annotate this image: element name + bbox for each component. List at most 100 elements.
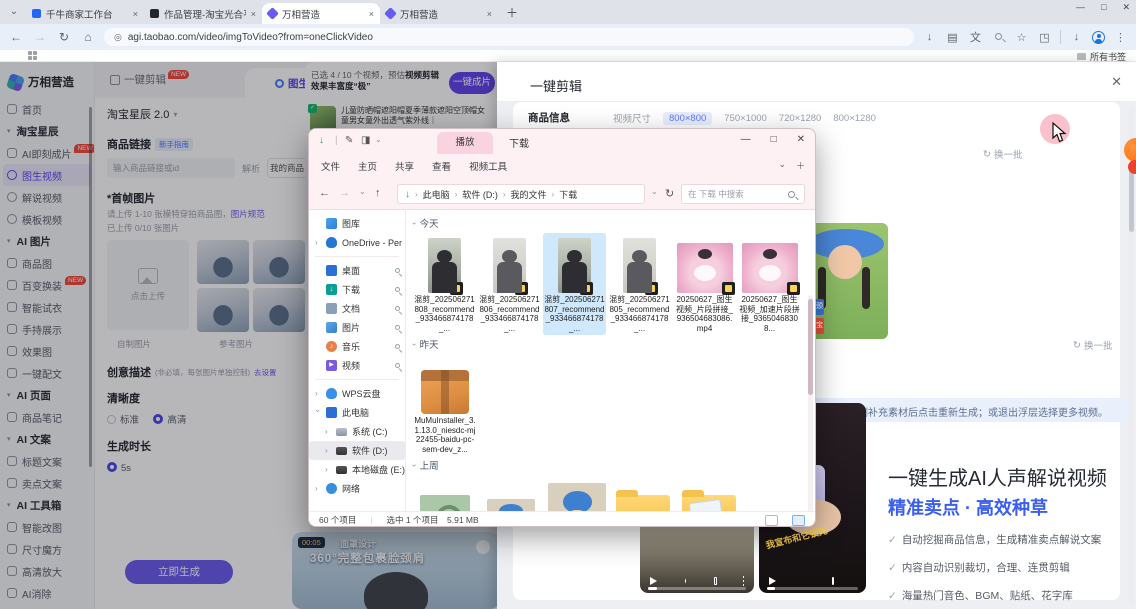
nav-gallery[interactable]: 图库 xyxy=(309,214,405,233)
minimize-button[interactable]: — xyxy=(1076,2,1085,13)
folder-settings-icon[interactable]: ◨ xyxy=(361,135,370,146)
size-option[interactable]: 720×1280 xyxy=(779,113,822,124)
details-view-icon[interactable] xyxy=(765,515,778,526)
address-dropdown-icon[interactable]: ⌄ xyxy=(651,187,658,196)
refresh-icon[interactable]: ↻ xyxy=(665,187,674,200)
nav-documents[interactable]: 文档 xyxy=(309,299,405,318)
tab-close-icon[interactable]: × xyxy=(251,9,256,19)
address-bar[interactable]: ◎ agi.taobao.com/video/imgToVideo?from=o… xyxy=(104,28,914,46)
file-item[interactable]: MuMuInstaller_3.1.13.0_niesdc-mj22455-ba… xyxy=(413,354,477,456)
file-item[interactable]: 20250627_图生视频_片段拼接_936504683086.mp4 xyxy=(673,233,736,335)
collapse-ribbon-icon[interactable]: ⌄ xyxy=(778,159,786,172)
browser-tab-4[interactable]: 万相营造 × xyxy=(380,3,498,24)
crumb-downloads[interactable]: 下载 xyxy=(559,188,577,201)
nav-music[interactable]: ♪音乐 xyxy=(309,337,405,356)
nav-pictures[interactable]: 图片 xyxy=(309,318,405,337)
refresh-batch-button-2[interactable]: ↻换一批 xyxy=(1073,338,1112,352)
tab-close-icon[interactable]: × xyxy=(369,9,374,19)
menu-video-tools[interactable]: 视频工具 xyxy=(469,159,507,173)
volume-icon[interactable] xyxy=(685,578,686,585)
close-icon[interactable]: ✕ xyxy=(1111,74,1122,90)
candidate-video-thumbnail[interactable]: 护颈 恩宝 xyxy=(804,223,888,339)
close-button[interactable]: ✕ xyxy=(1122,2,1130,13)
play-icon[interactable] xyxy=(769,577,776,585)
group-yesterday[interactable]: ›昨天 xyxy=(413,337,801,351)
menu-view[interactable]: 查看 xyxy=(432,159,451,173)
refresh-batch-button-1[interactable]: ↻换一批 xyxy=(983,147,1022,161)
file-item[interactable] xyxy=(413,475,477,511)
home-icon[interactable]: ⌂ xyxy=(80,30,96,44)
nav-disk-c[interactable]: ›系统 (C:) xyxy=(309,422,405,441)
clipboard-icon[interactable]: ▤ xyxy=(945,31,960,44)
file-item[interactable] xyxy=(677,475,741,511)
crumb-this-pc[interactable]: 此电脑 xyxy=(423,188,450,201)
zoom-out-icon[interactable] xyxy=(991,31,1006,43)
nav-this-pc[interactable]: ›此电脑 xyxy=(309,403,405,422)
file-item[interactable]: 混剪_202506271808_recommend_933466874178 _… xyxy=(413,233,476,335)
nav-disk-d-selected[interactable]: ›软件 (D:) xyxy=(309,441,405,460)
file-item[interactable]: 混剪_202506271805_recommend_933466874178 _… xyxy=(608,233,671,335)
maximize-button[interactable]: □ xyxy=(771,134,777,145)
more-menu-icon[interactable]: ⋮ xyxy=(1113,31,1128,44)
profile-avatar[interactable] xyxy=(1092,31,1105,44)
menu-share[interactable]: 共享 xyxy=(395,159,414,173)
browser-tab-3-active[interactable]: 万相营造 × xyxy=(262,3,380,24)
nav-desktop[interactable]: 桌面 xyxy=(309,261,405,280)
forward-icon[interactable]: → xyxy=(32,30,48,44)
apps-grid-icon[interactable] xyxy=(28,51,37,60)
file-item-selected[interactable]: 混剪_202506271807_recommend_933466874178 _… xyxy=(543,233,606,335)
site-info-icon[interactable]: ◎ xyxy=(114,32,122,43)
reload-icon[interactable]: ↻ xyxy=(56,30,72,44)
size-option-selected[interactable]: 800×800 xyxy=(663,112,712,125)
floating-promo-badge-small[interactable] xyxy=(1128,160,1136,174)
downloads-icon[interactable]: ↓ xyxy=(1069,31,1084,43)
thumbnail-view-icon[interactable] xyxy=(792,515,805,526)
play-contextual-tab[interactable]: 播放 xyxy=(437,132,493,154)
recent-chevron-icon[interactable]: ⌄ xyxy=(359,187,366,196)
tab-close-icon[interactable]: × xyxy=(133,9,138,19)
files-scrollbar[interactable] xyxy=(808,295,813,511)
help-plus-icon[interactable]: ＋ xyxy=(796,159,805,172)
translate-icon[interactable]: 文 xyxy=(968,29,983,45)
extensions-icon[interactable]: ◳ xyxy=(1037,31,1052,44)
nav-wps-cloud[interactable]: ›WPS云盘 xyxy=(309,384,405,403)
group-lastweek[interactable]: ›上周 xyxy=(413,458,801,472)
new-tab-button[interactable]: ＋ xyxy=(504,5,520,21)
crumb-disk-d[interactable]: 软件 (D:) xyxy=(462,188,498,201)
explorer-titlebar[interactable]: ↓ | ✎ ◨ ⌄ 播放 下载 — □ ✕ xyxy=(309,129,815,154)
file-item[interactable] xyxy=(479,475,543,511)
minimize-button[interactable]: — xyxy=(741,134,751,145)
progress-bar[interactable] xyxy=(767,587,858,590)
file-item[interactable]: 20250627_图生视频_加速片段拼接_93650468308... xyxy=(738,233,801,335)
maximize-button[interactable]: □ xyxy=(1101,2,1106,13)
chevron-down-icon[interactable]: ⌄ xyxy=(375,135,382,144)
more-icon[interactable] xyxy=(743,580,744,583)
forward-icon[interactable]: → xyxy=(339,187,350,199)
play-icon[interactable] xyxy=(650,577,657,585)
product-info-tab[interactable]: 商品信息 xyxy=(528,110,570,125)
up-icon[interactable]: ↑ xyxy=(375,187,381,199)
close-button[interactable]: ✕ xyxy=(797,134,805,145)
download-page-icon[interactable]: ↓ xyxy=(922,31,937,43)
fullscreen-icon[interactable] xyxy=(832,577,834,585)
breadcrumb[interactable]: ↓ › 此电脑 › 软件 (D:) › 我的文件 › 下载 xyxy=(397,184,645,204)
nav-downloads[interactable]: ↓下载 xyxy=(309,280,405,299)
search-input[interactable] xyxy=(688,189,788,199)
back-icon[interactable]: ← xyxy=(8,30,24,44)
nav-disk-e[interactable]: ›本地磁盘 (E:) xyxy=(309,460,405,479)
tab-search-icon[interactable]: ⌄ xyxy=(4,2,24,22)
file-item[interactable] xyxy=(611,475,675,511)
back-icon[interactable]: ← xyxy=(319,187,330,199)
nav-onedrive[interactable]: ›OneDrive - Per xyxy=(309,233,405,252)
size-option[interactable]: 750×1000 xyxy=(724,113,767,124)
file-item[interactable] xyxy=(545,475,609,511)
crumb-my-files[interactable]: 我的文件 xyxy=(511,188,547,201)
menu-home[interactable]: 主页 xyxy=(358,159,377,173)
fullscreen-icon[interactable] xyxy=(714,577,717,585)
tools-icon[interactable]: ✎ xyxy=(345,135,353,146)
file-item[interactable]: 混剪_202506271806_recommend_933466874178 _… xyxy=(478,233,541,335)
search-box[interactable] xyxy=(681,184,805,204)
progress-bar[interactable] xyxy=(648,587,746,590)
nav-network[interactable]: ›网络 xyxy=(309,479,405,498)
tab-close-icon[interactable]: × xyxy=(487,9,492,19)
